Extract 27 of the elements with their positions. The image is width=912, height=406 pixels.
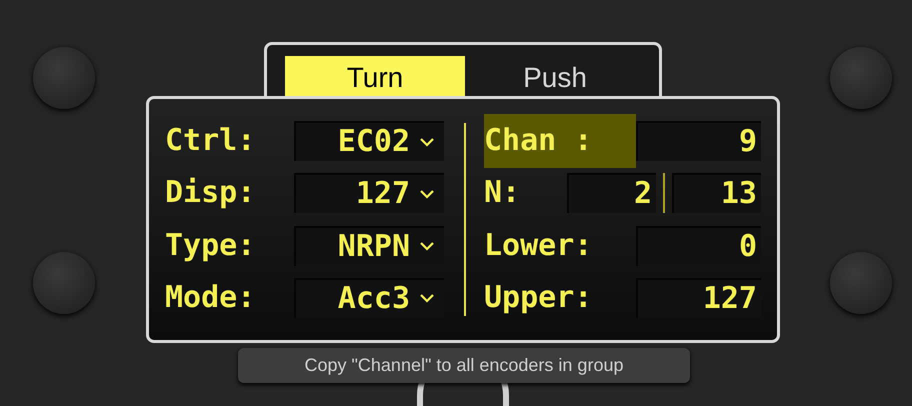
dropdown[interactable]: NRPN	[294, 226, 444, 266]
knob[interactable]	[33, 47, 95, 109]
field-label: Ctrl:	[165, 126, 256, 156]
field-label: Type:	[165, 230, 256, 261]
dropdown[interactable]: 127	[294, 173, 444, 214]
tab[interactable]: Push	[465, 56, 645, 100]
knob[interactable]	[830, 252, 892, 314]
knob[interactable]	[830, 47, 892, 109]
field-label: Lower:	[484, 226, 592, 265]
number-field[interactable]: 9	[636, 121, 761, 161]
chevron-down-icon	[420, 294, 434, 304]
field-label: N:	[484, 174, 520, 212]
chevron-down-icon	[420, 242, 434, 252]
dropdown[interactable]: EC02	[294, 121, 444, 161]
field-label: Chan :	[484, 114, 636, 168]
number-field[interactable]: 2	[567, 173, 656, 214]
field-label: Disp:	[165, 178, 256, 208]
chevron-down-icon	[420, 138, 434, 146]
knob[interactable]	[33, 252, 95, 314]
field-label: Mode:	[165, 282, 256, 313]
number-field[interactable]: 13	[672, 173, 761, 214]
number-field[interactable]: 127	[636, 278, 761, 318]
number-field[interactable]: 0	[636, 226, 761, 266]
chevron-down-icon	[420, 190, 434, 199]
field-label: Upper:	[484, 278, 592, 317]
tooltip: Copy "Channel" to all encoders in group	[238, 348, 690, 383]
dropdown[interactable]: Acc3	[294, 278, 444, 318]
